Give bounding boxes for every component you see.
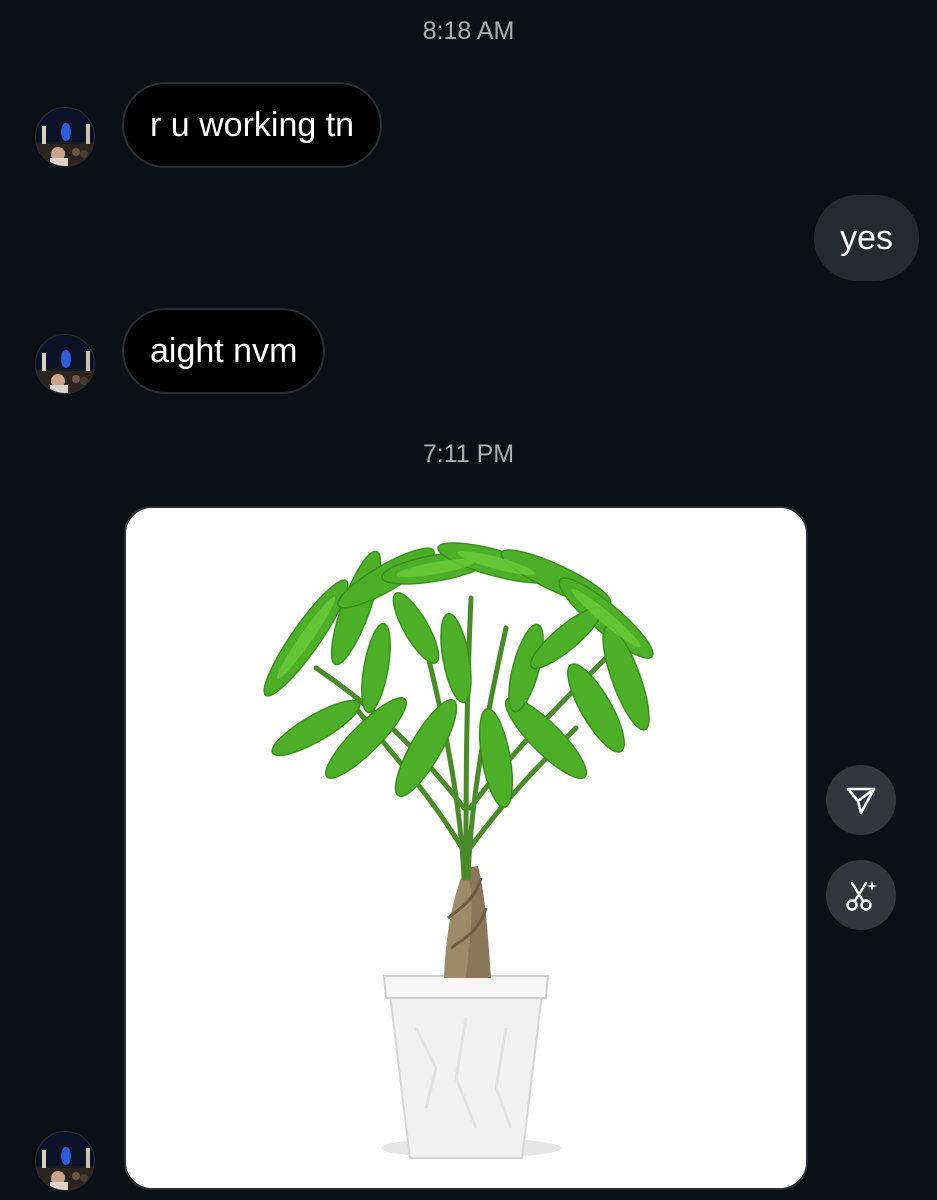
avatar-photo [36, 1132, 94, 1190]
incoming-message-bubble[interactable]: r u working tn [122, 82, 383, 168]
contact-avatar[interactable] [35, 334, 95, 394]
contact-avatar[interactable] [35, 1131, 95, 1191]
photo-message[interactable] [124, 506, 808, 1190]
remix-button[interactable] [826, 860, 896, 930]
message-text: aight nvm [150, 331, 298, 370]
paper-plane-icon [846, 787, 876, 815]
message-text: yes [840, 218, 893, 257]
outgoing-message-bubble[interactable]: yes [814, 195, 919, 281]
incoming-message-bubble[interactable]: aight nvm [122, 308, 326, 394]
scissors-sparkle-icon [846, 881, 877, 911]
avatar-photo [36, 335, 94, 393]
message-text: r u working tn [150, 105, 355, 144]
money-tree-plant-image [126, 508, 806, 1188]
share-button[interactable] [826, 765, 896, 835]
avatar-photo [36, 108, 94, 166]
contact-avatar[interactable] [35, 107, 95, 167]
timestamp-morning: 8:18 AM [422, 17, 515, 45]
timestamp-evening: 7:11 PM [422, 440, 515, 468]
